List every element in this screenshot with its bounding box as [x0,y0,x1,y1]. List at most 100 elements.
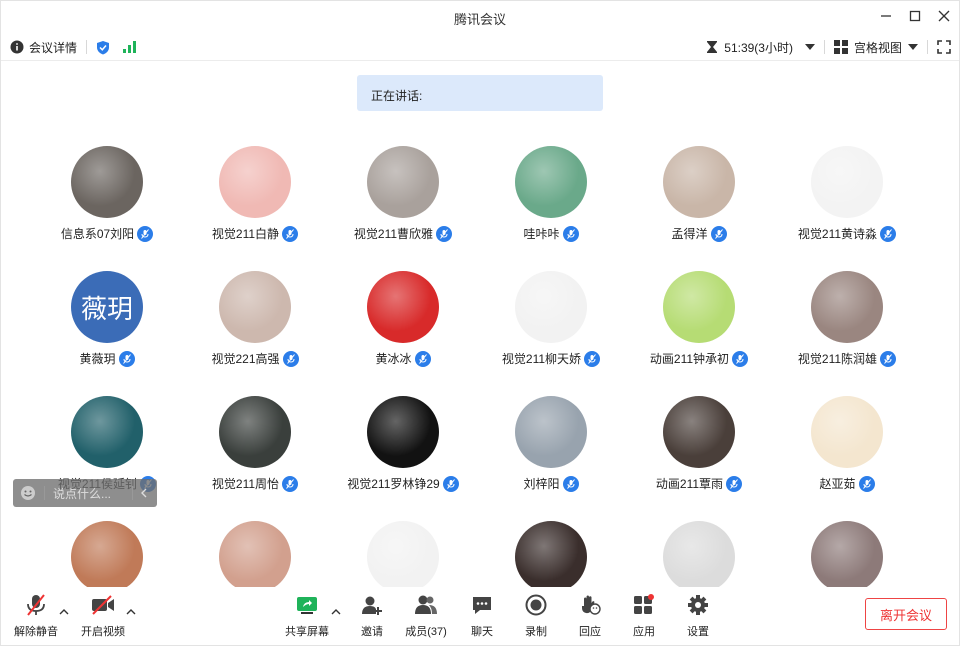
avatar [71,396,143,468]
participant-name-row: 哇咔咔 [477,225,625,242]
chevron-down-icon [908,44,918,50]
participant-tile[interactable]: 黄冰冰 [329,271,477,391]
info-icon [10,40,24,54]
chat-label: 聊天 [471,626,493,638]
chat-button[interactable]: 聊天 [452,593,512,639]
participant-name: 黄冰冰 [375,352,412,366]
view-mode-dropdown[interactable]: 宫格视图 [833,39,918,56]
mic-icon [562,475,579,492]
participant-name: 视觉211柳天娇 [501,352,582,366]
leave-meeting-button[interactable]: 离开会议 [865,598,947,630]
shield-icon[interactable] [96,40,110,55]
participant-tile[interactable]: 视觉221高强 [181,271,329,391]
participant-name: 动画211覃雨 [655,477,724,491]
share-screen-button[interactable]: 共享屏幕 [277,593,337,639]
avatar [515,271,587,343]
avatar [219,146,291,218]
share-screen-icon [297,597,317,614]
fullscreen-icon[interactable] [937,40,951,54]
hourglass-icon [707,41,718,53]
participant-name-row: 视觉211陈润雄 [773,350,921,367]
close-button[interactable] [935,7,953,25]
mic-icon [562,225,579,242]
chevron-down-icon [804,44,815,50]
participant-tile[interactable]: 刘梓阳 [477,396,625,516]
unmute-label: 解除静音 [14,626,58,638]
add-person-icon [362,596,382,615]
participant-tile[interactable]: 动画211覃雨 [625,396,773,516]
avatar [515,521,587,593]
participant-tile[interactable]: 哇咔咔 [477,146,625,266]
avatar-initials: 薇玥 [80,293,133,324]
window-title: 腾讯会议 [453,12,506,27]
participant-tile[interactable]: 视觉211罗林铮29 [329,396,477,516]
record-icon [525,594,547,616]
participant-tile[interactable]: 视觉211曹欣雅 [329,146,477,266]
participant-name: 哇咔咔 [523,227,560,241]
participant-name: 动画211钟承初 [649,352,730,366]
participant-name-row: 视觉211柳天娇 [477,350,625,367]
meeting-details-label: 会议详情 [29,40,78,55]
mic-icon [414,350,431,367]
mic-muted-icon [27,594,45,616]
floating-chat-bar[interactable]: 说点什么... [13,479,157,507]
participant-tile[interactable]: 信息系07刘阳 [33,146,181,266]
timer-dropdown[interactable]: 51:39(3小时) [706,39,815,56]
participant-name: 视觉211陈润雄 [797,352,878,366]
participant-name-row: 赵亚茹 [773,475,921,492]
mic-icon [726,475,743,492]
participant-name-row: 视觉211白静 [181,225,329,242]
video-options-caret[interactable] [126,607,136,617]
participant-name: 视觉211周怡 [211,477,280,491]
emoji-icon[interactable] [20,485,36,501]
chat-input[interactable]: 说点什么... [53,485,126,502]
speaking-indicator: 正在讲话: [357,75,603,111]
mic-icon [282,225,299,242]
participant-tile[interactable]: 视觉211陈润雄 [773,271,921,391]
participant-name: 信息系07刘阳 [60,227,135,241]
maximize-icon [909,10,921,22]
participant-tile[interactable]: 视觉211周怡 [181,396,329,516]
reactions-button[interactable]: 回应 [560,593,620,639]
participant-tile[interactable]: 孟得洋 [625,146,773,266]
mic-icon [118,350,135,367]
info-left: 会议详情 [10,37,138,57]
participant-name-row: 黄薇玥 [33,350,181,367]
participant-tile[interactable]: 薇玥 黄薇玥 [33,271,181,391]
view-mode-label: 宫格视图 [853,40,902,55]
maximize-button[interactable] [906,7,924,25]
title-bar: 腾讯会议 [1,1,959,33]
bottom-toolbar: 解除静音 开启视频 共享屏幕 邀请 成员(37) 聊天 录制 回应 应用 设置 … [1,587,959,645]
avatar [811,146,883,218]
share-options-caret[interactable] [331,607,341,617]
minimize-icon [881,15,891,17]
participant-tile[interactable]: 视觉211黄诗淼 [773,146,921,266]
invite-button[interactable]: 邀请 [342,593,402,639]
settings-button[interactable]: 设置 [668,593,728,639]
apps-label: 应用 [633,626,655,638]
participant-tile[interactable]: 视觉211白静 [181,146,329,266]
camera-off-icon [92,595,114,615]
apps-icon [634,594,654,614]
participant-name: 刘梓阳 [523,477,560,491]
chevron-left-icon[interactable] [139,488,149,498]
meeting-details-button[interactable]: 会议详情 [10,39,77,56]
participant-tile[interactable]: 动画211钟承初 [625,271,773,391]
divider [44,486,45,500]
start-video-button[interactable]: 开启视频 [73,593,133,639]
participant-tile[interactable]: 赵亚茹 [773,396,921,516]
avatar: 薇玥 [71,271,143,343]
mic-icon [584,350,601,367]
minimize-button[interactable] [877,7,895,25]
avatar [515,146,587,218]
members-button[interactable]: 成员(37) [396,593,456,639]
unmute-button[interactable]: 解除静音 [6,593,66,639]
meeting-window: 腾讯会议 会议详情 51:39(3小时) 宫格视图 正在讲话: 信息系07刘阳 … [0,0,960,646]
apps-button[interactable]: 应用 [614,593,674,639]
members-label: 成员(37) [405,626,447,638]
participant-tile[interactable]: 视觉211柳天娇 [477,271,625,391]
record-button[interactable]: 录制 [506,593,566,639]
signal-icon[interactable] [122,40,138,54]
members-icon [415,595,437,614]
mic-options-caret[interactable] [59,607,69,617]
